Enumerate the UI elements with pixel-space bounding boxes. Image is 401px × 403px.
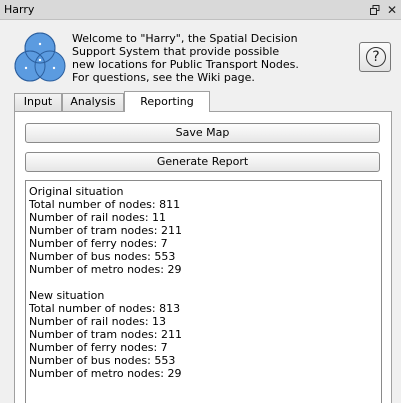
report-line: Number of rail nodes: 13	[29, 315, 167, 328]
title-bar[interactable]: Harry ✕	[0, 0, 401, 20]
report-line: Number of rail nodes: 11	[29, 211, 167, 224]
report-text-area[interactable]: Original situation Total number of nodes…	[25, 180, 382, 403]
report-line: Number of metro nodes: 29	[29, 367, 182, 380]
window-title: Harry	[4, 3, 35, 16]
report-line: Number of metro nodes: 29	[29, 263, 182, 276]
report-spacer	[29, 276, 381, 289]
float-window-icon[interactable]	[368, 3, 382, 17]
report-line: Number of bus nodes: 553	[29, 250, 176, 263]
tab-analysis[interactable]: Analysis	[62, 93, 124, 111]
report-line: Number of tram nodes: 211	[29, 328, 182, 341]
generate-report-button[interactable]: Generate Report	[25, 152, 380, 172]
report-heading-new: New situation	[29, 289, 105, 302]
report-line: Number of ferry nodes: 7	[29, 237, 168, 250]
tab-reporting[interactable]: Reporting	[124, 91, 210, 112]
close-icon[interactable]: ✕	[385, 3, 399, 17]
intro-line: Welcome to "Harry", the Spatial Decision	[72, 32, 298, 45]
tab-input[interactable]: Input	[14, 93, 62, 111]
intro-line: For questions, see the Wiki page.	[72, 71, 255, 84]
intro-text: Welcome to "Harry", the Spatial Decision…	[72, 32, 342, 84]
harry-dock-panel: Harry ✕ Welcome to "Harry", the Spatial …	[0, 0, 401, 403]
help-button[interactable]: ?	[359, 42, 391, 72]
report-line: Number of tram nodes: 211	[29, 224, 182, 237]
report-heading-original: Original situation	[29, 185, 124, 198]
reporting-tab-pane: Save Map Generate Report Original situat…	[14, 111, 392, 403]
save-map-button[interactable]: Save Map	[25, 123, 380, 143]
report-line: Number of ferry nodes: 7	[29, 341, 168, 354]
help-icon: ?	[366, 47, 386, 67]
venn-diagram-logo-icon	[12, 30, 68, 86]
report-line: Number of bus nodes: 553	[29, 354, 176, 367]
intro-line: new locations for Public Transport Nodes…	[72, 58, 299, 71]
report-line: Total number of nodes: 813	[29, 302, 181, 315]
intro-line: Support System that provide possible	[72, 45, 280, 58]
report-line: Total number of nodes: 811	[29, 198, 181, 211]
